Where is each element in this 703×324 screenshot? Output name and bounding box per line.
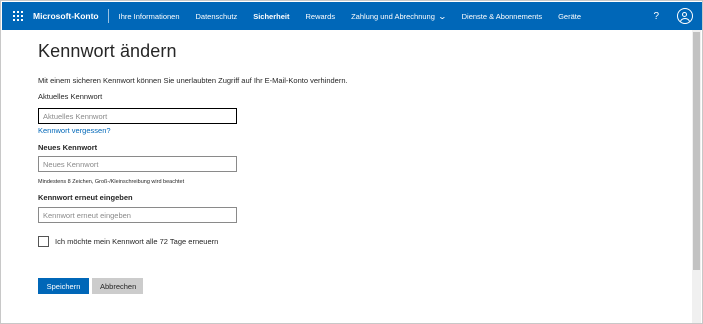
confirm-password-input[interactable] (38, 207, 237, 223)
nav-links: Ihre Informationen Datenschutz Sicherhei… (111, 2, 589, 30)
user-avatar-icon[interactable] (677, 8, 693, 24)
header-tools: ? (653, 2, 693, 30)
nav-item-rewards[interactable]: Rewards (297, 2, 343, 30)
browser-window: Microsoft-Konto Ihre Informationen Daten… (0, 0, 703, 324)
help-icon[interactable]: ? (653, 11, 659, 22)
forgot-password-link[interactable]: Kennwort vergessen? (38, 126, 678, 135)
nav-item-sicherheit[interactable]: Sicherheit (245, 2, 297, 30)
new-password-input[interactable] (38, 156, 237, 172)
form-actions: Speichern Abbrechen (38, 278, 678, 294)
scrollbar-thumb[interactable] (693, 32, 700, 270)
current-password-label: Aktuelles Kennwort (38, 92, 103, 101)
nav-item-zahlung-label: Zahlung und Abrechnung (351, 11, 435, 21)
top-navigation-bar: Microsoft-Konto Ihre Informationen Daten… (2, 2, 702, 30)
renew-password-checkbox[interactable] (38, 236, 49, 247)
save-button[interactable]: Speichern (38, 278, 89, 294)
chevron-down-icon: ⌄ (437, 11, 447, 21)
nav-divider (107, 9, 109, 23)
page-title: Kennwort ändern (38, 41, 177, 61)
renew-password-label: Ich möchte mein Kennwort alle 72 Tage er… (55, 237, 219, 246)
nav-item-datenschutz[interactable]: Datenschutz (188, 2, 246, 30)
current-password-input[interactable] (38, 108, 237, 124)
brand-title[interactable]: Microsoft-Konto (33, 11, 108, 21)
vertical-scrollbar[interactable] (692, 30, 701, 323)
change-password-form: Kennwort ändern Mit einem sicheren Kennw… (38, 41, 678, 294)
confirm-password-label: Kennwort erneut eingeben (38, 193, 133, 202)
cancel-button[interactable]: Abbrechen (92, 278, 143, 294)
renew-password-option[interactable]: Ich möchte mein Kennwort alle 72 Tage er… (38, 236, 678, 247)
nav-item-geraete[interactable]: Geräte (550, 2, 589, 30)
app-launcher-icon[interactable] (11, 9, 25, 23)
nav-item-ihre-informationen[interactable]: Ihre Informationen (111, 2, 188, 30)
password-hint: Mindestens 8 Zeichen, Groß-/Kleinschreib… (38, 179, 185, 185)
nav-item-dienste-abonnements[interactable]: Dienste & Abonnements (454, 2, 550, 30)
intro-text: Mit einem sicheren Kennwort können Sie u… (38, 76, 348, 85)
nav-item-zahlung-und-abrechnung[interactable]: Zahlung und Abrechnung ⌄ (343, 2, 454, 30)
new-password-label: Neues Kennwort (38, 143, 98, 152)
